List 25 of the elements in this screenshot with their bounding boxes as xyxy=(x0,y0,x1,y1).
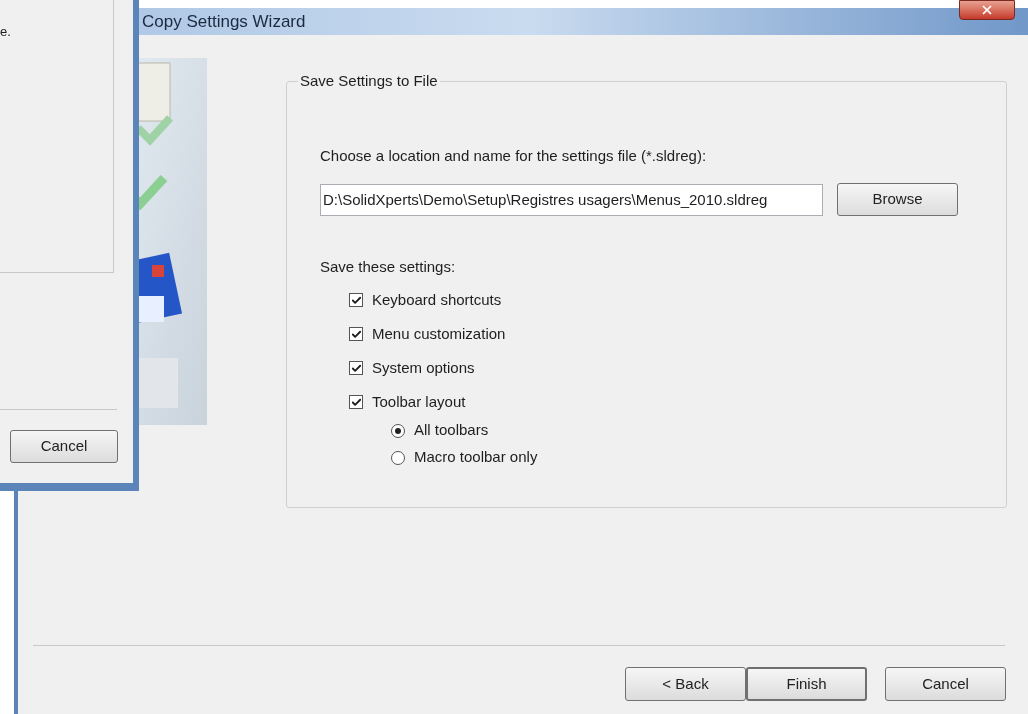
radio-button[interactable] xyxy=(391,450,405,465)
file-path-field[interactable]: D:\SolidXperts\Demo\Setup\Registres usagers\Menus_2010.sldreg xyxy=(320,183,823,216)
checkbox-label: Menu customization xyxy=(372,323,506,344)
radio-button[interactable] xyxy=(391,423,405,438)
message-text: e. xyxy=(0,23,12,41)
window-title: Copy Settings Wizard xyxy=(142,10,306,33)
cancel-button[interactable]: Cancel xyxy=(10,430,118,463)
checkbox-label: Toolbar layout xyxy=(372,391,466,412)
wizard-button[interactable]: Finish xyxy=(746,667,867,701)
radio-label: All toolbars xyxy=(414,420,489,441)
checkbox[interactable] xyxy=(349,327,363,341)
wizard-button[interactable]: Cancel xyxy=(885,667,1006,701)
checkbox-label: Keyboard shortcuts xyxy=(372,289,502,310)
close-icon xyxy=(980,3,994,17)
settings-label: Save these settings: xyxy=(320,257,457,277)
close-button[interactable] xyxy=(959,0,1015,20)
browse-button[interactable]: Browse xyxy=(837,183,958,216)
checkbox[interactable] xyxy=(349,361,363,375)
checkbox-label: System options xyxy=(372,357,475,378)
checkbox[interactable] xyxy=(349,293,363,307)
wizard-button[interactable]: < Back xyxy=(625,667,746,701)
prompt-text: Choose a location and name for the settings file (*.sldreg): xyxy=(320,145,708,166)
checkbox[interactable] xyxy=(349,395,363,409)
group-title: Save Settings to File xyxy=(299,71,439,91)
radio-label: Macro toolbar only xyxy=(414,447,538,468)
